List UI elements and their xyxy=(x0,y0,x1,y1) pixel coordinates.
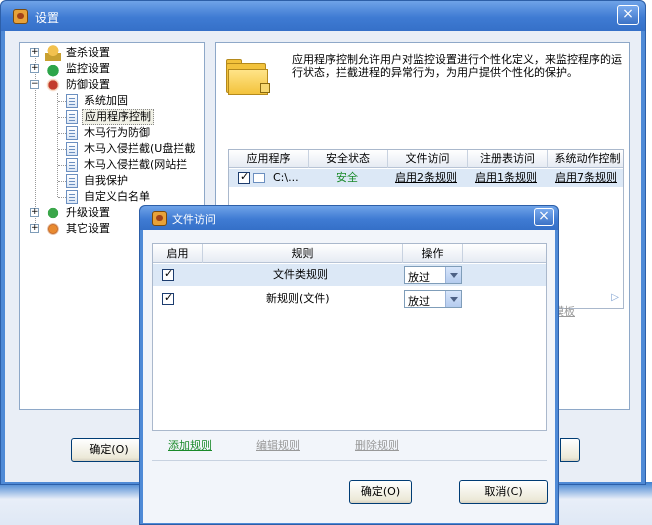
action-value: 放过 xyxy=(408,271,430,284)
panel-description: 应用程序控制允许用户对监控设置进行个性化定义，来监控程序的运行状态，拦截进程的异… xyxy=(292,53,622,79)
document-icon xyxy=(66,142,78,156)
divider xyxy=(152,460,547,461)
file-access-dialog: 文件访问 × 启用 规则 操作 文件类规则 放过 新规则(文件) 放 xyxy=(139,205,559,525)
close-button[interactable]: × xyxy=(617,5,639,25)
column-header[interactable]: 规则 xyxy=(203,244,403,263)
cancel-button[interactable]: 取消(C) xyxy=(459,480,548,504)
enable-checkbox[interactable] xyxy=(162,267,174,281)
tree-item-label: 自定义白名单 xyxy=(84,190,150,203)
document-icon xyxy=(66,110,78,124)
tree-guide xyxy=(58,197,66,198)
umbrella-icon xyxy=(45,61,61,77)
settings-titlebar[interactable]: 设置 × xyxy=(1,1,645,31)
enable-checkbox[interactable] xyxy=(238,170,250,184)
system-action-link[interactable]: 启用7条规则 xyxy=(555,169,617,187)
action-select[interactable]: 放过 xyxy=(404,266,462,284)
expand-icon[interactable]: + xyxy=(30,208,39,217)
application-icon xyxy=(253,173,265,183)
app-path: C:\... xyxy=(273,171,299,184)
tree-item-label: 升级设置 xyxy=(66,206,110,219)
ok-button[interactable]: 确定(O) xyxy=(71,438,147,462)
tree-guide xyxy=(58,149,66,150)
action-value: 放过 xyxy=(408,295,430,308)
expand-icon[interactable]: + xyxy=(30,48,39,57)
tree-guide xyxy=(58,165,66,166)
table-row[interactable]: 文件类规则 放过 xyxy=(153,264,546,286)
add-rule-link[interactable]: 添加规则 xyxy=(168,437,212,453)
tree-item-label: 其它设置 xyxy=(66,222,110,235)
gear-icon xyxy=(45,221,61,237)
document-icon xyxy=(66,94,78,108)
tree-item-label: 应用程序控制 xyxy=(82,109,154,125)
table-row[interactable]: C:\... 安全 启用2条规则 启用1条规则 启用7条规则 xyxy=(229,169,623,187)
dialog-client: 启用 规则 操作 文件类规则 放过 新规则(文件) 放过 xyxy=(143,230,555,523)
security-status: 安全 xyxy=(336,171,358,184)
update-icon xyxy=(45,205,61,221)
rule-name: 新规则(文件) xyxy=(266,292,330,305)
registry-access-link[interactable]: 启用1条规则 xyxy=(475,169,537,187)
scroll-right-icon[interactable]: ▷ xyxy=(611,292,619,303)
document-icon xyxy=(66,174,78,188)
chevron-down-icon[interactable] xyxy=(445,291,461,307)
tree-guide xyxy=(58,181,66,182)
tree-guide xyxy=(58,133,66,134)
action-select[interactable]: 放过 xyxy=(404,290,462,308)
table-header: 应用程序 安全状态 文件访问 注册表访问 系统动作控制 xyxy=(229,150,623,168)
lock-icon xyxy=(45,45,61,61)
column-header[interactable]: 文件访问 xyxy=(388,150,468,168)
apply-button-edge[interactable] xyxy=(560,438,580,462)
expand-icon[interactable]: + xyxy=(30,224,39,233)
delete-rule-link[interactable]: 删除规则 xyxy=(355,437,399,453)
app-logo-icon xyxy=(13,9,28,24)
dialog-close-button[interactable]: × xyxy=(534,208,554,226)
tree-item-label: 自我保护 xyxy=(84,174,128,187)
table-header: 启用 规则 操作 xyxy=(153,244,546,263)
column-header[interactable]: 系统动作控制 xyxy=(548,150,623,168)
tree-item-label: 系统加固 xyxy=(84,94,128,107)
document-icon xyxy=(66,158,78,172)
column-header[interactable]: 安全状态 xyxy=(309,150,388,168)
tree-item-label: 木马入侵拦截(网站拦 xyxy=(84,158,188,171)
column-header[interactable]: 操作 xyxy=(403,244,463,263)
rule-name: 文件类规则 xyxy=(273,268,328,281)
tree-item-label: 木马入侵拦截(U盘拦截 xyxy=(84,142,196,155)
tree-guide xyxy=(58,117,66,118)
column-header[interactable]: 注册表访问 xyxy=(468,150,548,168)
edit-rule-link[interactable]: 编辑规则 xyxy=(256,437,300,453)
tree-item-label: 查杀设置 xyxy=(66,46,110,59)
table-row[interactable]: 新规则(文件) 放过 xyxy=(153,288,546,310)
tree-item-label: 木马行为防御 xyxy=(84,126,150,139)
folder-lock-icon xyxy=(226,59,270,97)
tree-guide xyxy=(58,101,66,102)
chevron-down-icon[interactable] xyxy=(445,267,461,283)
window-title: 设置 xyxy=(35,11,60,25)
dialog-title: 文件访问 xyxy=(172,213,216,226)
column-header[interactable]: 启用 xyxy=(153,244,203,263)
tree-item-label: 监控设置 xyxy=(66,62,110,75)
document-icon xyxy=(66,190,78,204)
file-rules-table: 启用 规则 操作 文件类规则 放过 新规则(文件) 放过 xyxy=(152,243,547,431)
collapse-icon[interactable]: − xyxy=(30,80,39,89)
dialog-titlebar[interactable]: 文件访问 × xyxy=(140,206,558,230)
expand-icon[interactable]: + xyxy=(30,64,39,73)
shield-icon xyxy=(45,77,61,93)
enable-checkbox[interactable] xyxy=(162,291,174,305)
app-logo-icon xyxy=(152,211,167,226)
ok-button[interactable]: 确定(O) xyxy=(349,480,412,504)
tree-item-label: 防御设置 xyxy=(66,78,110,91)
column-header[interactable]: 应用程序 xyxy=(229,150,309,168)
document-icon xyxy=(66,126,78,140)
file-access-link[interactable]: 启用2条规则 xyxy=(395,169,457,187)
